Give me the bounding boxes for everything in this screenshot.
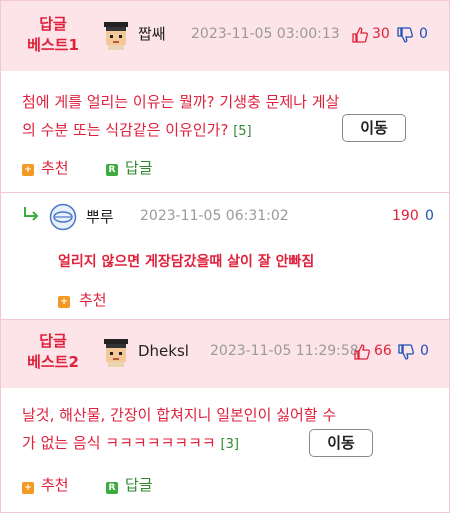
downvote-count: 0 (425, 208, 434, 224)
thumbs-up-icon[interactable] (354, 344, 370, 360)
reply-r-icon: R (106, 164, 118, 176)
reply-button[interactable]: 답글 (125, 157, 153, 178)
upvote-count: 190 (392, 208, 419, 224)
recommend-button[interactable]: 추천 (41, 157, 69, 178)
author-nickname[interactable]: Dheksl (138, 342, 189, 360)
move-button[interactable]: 이동 (342, 114, 406, 142)
thumbs-down-icon[interactable] (397, 27, 413, 43)
best-badge-line2: 베스트2 (27, 353, 79, 371)
author-nickname[interactable]: 짭쌔 (138, 23, 166, 44)
author-nickname[interactable]: 뿌루 (86, 206, 114, 227)
comment-line1: 첨에 게를 얼리는 이유는 뭘까? 기생충 문제나 게살 (22, 93, 340, 111)
best-badge-line1: 답글 (39, 332, 67, 350)
thumbs-up-icon[interactable] (352, 27, 368, 43)
plus-icon: + (22, 164, 34, 176)
reply-arrow-icon (24, 207, 39, 221)
recommend-button[interactable]: 추천 (79, 289, 107, 310)
reply-count[interactable]: [3] (221, 437, 239, 452)
best-badge-line2: 베스트1 (27, 36, 79, 54)
reply-button[interactable]: 답글 (125, 474, 153, 495)
upvote-count: 66 (374, 343, 392, 359)
upvote-count: 30 (372, 26, 390, 42)
reply-count[interactable]: [5] (233, 124, 251, 139)
plus-icon: + (58, 296, 70, 308)
avatar[interactable] (49, 203, 77, 231)
avatar[interactable] (101, 20, 131, 50)
recommend-button[interactable]: 추천 (41, 474, 69, 495)
comment-timestamp: 2023-11-05 11:29:58 (210, 343, 359, 359)
best-badge-line1: 답글 (39, 15, 67, 33)
avatar[interactable] (101, 337, 131, 367)
comment-body: 날것, 해산물, 간장이 합쳐지니 일본인이 싫어할 수 가 없는 음식 ㅋㅋㅋ… (22, 401, 442, 459)
divider (1, 192, 449, 193)
downvote-count: 0 (419, 26, 428, 42)
move-button[interactable]: 이동 (309, 429, 373, 457)
comment-line2: 가 없는 음식 ㅋㅋㅋㅋㅋㅋㅋㅋ (22, 434, 216, 452)
comment-line2: 의 수분 또는 식감같은 이유인가? (22, 121, 229, 139)
comment-timestamp: 2023-11-05 03:00:13 (191, 26, 340, 42)
downvote-count: 0 (420, 343, 429, 359)
best-badge-1: 답글 베스트1 (8, 14, 98, 56)
reply-comment-body: 얼리지 않으면 게장담갔을때 살이 잘 안빠짐 (58, 254, 315, 270)
best-badge-2: 답글 베스트2 (8, 331, 98, 373)
comment-line1: 날것, 해산물, 간장이 합쳐지니 일본인이 싫어할 수 (22, 406, 337, 424)
comment-timestamp: 2023-11-05 06:31:02 (140, 208, 289, 224)
thumbs-down-icon[interactable] (398, 344, 414, 360)
plus-icon: + (22, 482, 34, 494)
reply-r-icon: R (106, 482, 118, 494)
